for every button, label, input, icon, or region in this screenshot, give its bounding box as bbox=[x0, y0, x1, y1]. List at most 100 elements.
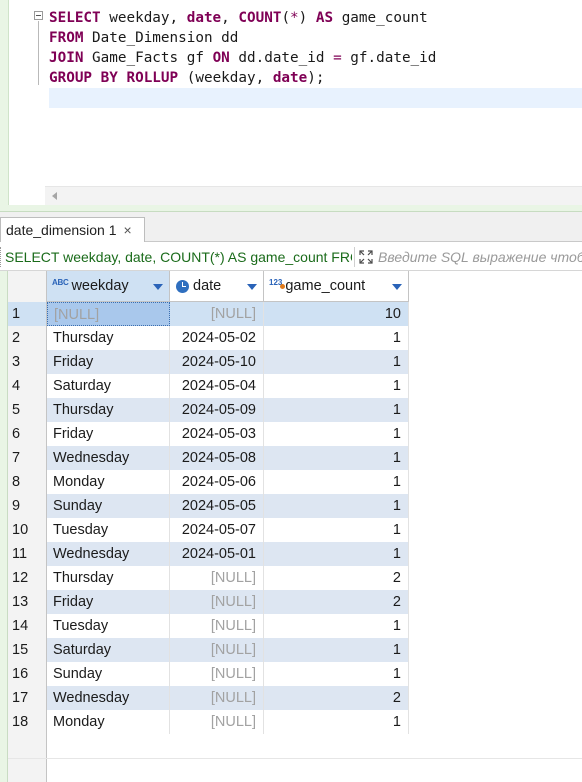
cell-weekday[interactable]: Saturday bbox=[47, 374, 170, 398]
cell-date[interactable]: [NULL] bbox=[170, 590, 264, 614]
row-number[interactable]: 14 bbox=[8, 614, 47, 638]
cell-game-count[interactable]: 1 bbox=[264, 494, 409, 518]
sort-arrow-icon[interactable] bbox=[153, 284, 163, 290]
row-number[interactable]: 4 bbox=[8, 374, 47, 398]
cell-weekday[interactable]: Sunday bbox=[47, 494, 170, 518]
cell-weekday[interactable]: Tuesday bbox=[47, 614, 170, 638]
table-row[interactable]: 7 Wednesday 2024-05-08 1 bbox=[8, 446, 582, 470]
cell-date[interactable]: 2024-05-04 bbox=[170, 374, 264, 398]
row-number[interactable]: 6 bbox=[8, 422, 47, 446]
cell-date[interactable]: 2024-05-09 bbox=[170, 398, 264, 422]
row-number[interactable]: 12 bbox=[8, 566, 47, 590]
cell-date[interactable]: 2024-05-02 bbox=[170, 326, 264, 350]
column-header-weekday[interactable]: ABC weekday bbox=[47, 271, 170, 302]
cell-date[interactable]: [NULL] bbox=[170, 566, 264, 590]
table-row[interactable]: 8 Monday 2024-05-06 1 bbox=[8, 470, 582, 494]
cell-game-count[interactable]: 1 bbox=[264, 446, 409, 470]
cell-game-count[interactable]: 2 bbox=[264, 566, 409, 590]
table-row[interactable]: 9 Sunday 2024-05-05 1 bbox=[8, 494, 582, 518]
table-row[interactable]: 1 [NULL] [NULL] 10 bbox=[8, 302, 582, 326]
cell-weekday[interactable]: Friday bbox=[47, 590, 170, 614]
row-number[interactable]: 3 bbox=[8, 350, 47, 374]
cell-weekday[interactable]: Sunday bbox=[47, 662, 170, 686]
cell-game-count[interactable]: 2 bbox=[264, 590, 409, 614]
cell-date[interactable]: 2024-05-05 bbox=[170, 494, 264, 518]
code-line[interactable]: FROM Date_Dimension dd bbox=[49, 28, 582, 48]
row-number[interactable]: 2 bbox=[8, 326, 47, 350]
row-number[interactable]: 5 bbox=[8, 398, 47, 422]
row-number[interactable]: 15 bbox=[8, 638, 47, 662]
cell-game-count[interactable]: 1 bbox=[264, 710, 409, 734]
table-row[interactable]: 5 Thursday 2024-05-09 1 bbox=[8, 398, 582, 422]
cell-weekday[interactable]: Monday bbox=[47, 470, 170, 494]
tab-date-dimension-1[interactable]: date_dimension 1 × bbox=[0, 217, 145, 242]
cell-date[interactable]: 2024-05-03 bbox=[170, 422, 264, 446]
filter-input[interactable]: Введите SQL выражение чтобы отфильтроват… bbox=[378, 248, 582, 267]
row-number[interactable]: 13 bbox=[8, 590, 47, 614]
table-row[interactable]: 11 Wednesday 2024-05-01 1 bbox=[8, 542, 582, 566]
code-line[interactable]: SELECT weekday, date, COUNT(*) AS game_c… bbox=[49, 8, 582, 28]
cell-date[interactable]: 2024-05-10 bbox=[170, 350, 264, 374]
cell-weekday[interactable]: Thursday bbox=[47, 566, 170, 590]
cell-date[interactable]: [NULL] bbox=[170, 686, 264, 710]
cell-date[interactable]: 2024-05-07 bbox=[170, 518, 264, 542]
table-row[interactable]: 15 Saturday [NULL] 1 bbox=[8, 638, 582, 662]
table-row[interactable]: 16 Sunday [NULL] 1 bbox=[8, 662, 582, 686]
cell-weekday[interactable]: Wednesday bbox=[47, 542, 170, 566]
row-number[interactable]: 1 bbox=[8, 302, 47, 326]
cell-game-count[interactable]: 1 bbox=[264, 326, 409, 350]
table-row[interactable]: 12 Thursday [NULL] 2 bbox=[8, 566, 582, 590]
cell-game-count[interactable]: 1 bbox=[264, 638, 409, 662]
cell-game-count[interactable]: 1 bbox=[264, 398, 409, 422]
cell-weekday[interactable]: Thursday bbox=[47, 398, 170, 422]
code-line[interactable]: GROUP BY ROLLUP (weekday, date); bbox=[49, 68, 582, 88]
table-row[interactable]: 6 Friday 2024-05-03 1 bbox=[8, 422, 582, 446]
table-row[interactable]: 10 Tuesday 2024-05-07 1 bbox=[8, 518, 582, 542]
code-line[interactable]: JOIN Game_Facts gf ON dd.date_id = gf.da… bbox=[49, 48, 582, 68]
row-number[interactable]: 11 bbox=[8, 542, 47, 566]
scroll-left-arrow-icon[interactable] bbox=[52, 192, 57, 200]
table-row[interactable]: 2 Thursday 2024-05-02 1 bbox=[8, 326, 582, 350]
cell-date[interactable]: [NULL] bbox=[170, 638, 264, 662]
cell-weekday[interactable]: Wednesday bbox=[47, 446, 170, 470]
close-icon[interactable]: × bbox=[124, 223, 132, 237]
cell-game-count[interactable]: 1 bbox=[264, 518, 409, 542]
cell-date[interactable]: 2024-05-06 bbox=[170, 470, 264, 494]
cell-weekday[interactable]: Tuesday bbox=[47, 518, 170, 542]
cell-game-count[interactable]: 2 bbox=[264, 686, 409, 710]
cell-game-count[interactable]: 10 bbox=[264, 302, 409, 326]
column-header-date[interactable]: date bbox=[170, 271, 264, 302]
active-query-text[interactable]: SELECT weekday, date, COUNT(*) AS game_c… bbox=[5, 248, 352, 267]
table-row[interactable]: 18 Monday [NULL] 1 bbox=[8, 710, 582, 734]
cell-weekday[interactable]: Saturday bbox=[47, 638, 170, 662]
cell-date[interactable]: [NULL] bbox=[170, 662, 264, 686]
cell-game-count[interactable]: 1 bbox=[264, 470, 409, 494]
cell-weekday[interactable]: Thursday bbox=[47, 326, 170, 350]
fold-collapse-icon[interactable] bbox=[34, 11, 43, 20]
cell-game-count[interactable]: 1 bbox=[264, 422, 409, 446]
table-row[interactable]: 14 Tuesday [NULL] 1 bbox=[8, 614, 582, 638]
cell-game-count[interactable]: 1 bbox=[264, 614, 409, 638]
cell-weekday[interactable]: Wednesday bbox=[47, 686, 170, 710]
cell-date[interactable]: [NULL] bbox=[170, 302, 264, 326]
cell-game-count[interactable]: 1 bbox=[264, 542, 409, 566]
cell-weekday[interactable]: Friday bbox=[47, 422, 170, 446]
sql-code[interactable]: SELECT weekday, date, COUNT(*) AS game_c… bbox=[49, 8, 582, 88]
row-number[interactable]: 8 bbox=[8, 470, 47, 494]
cell-weekday[interactable]: [NULL] bbox=[47, 302, 170, 326]
cell-date[interactable]: [NULL] bbox=[170, 710, 264, 734]
cell-date[interactable]: 2024-05-08 bbox=[170, 446, 264, 470]
row-number[interactable]: 10 bbox=[8, 518, 47, 542]
expand-filter-icon[interactable] bbox=[358, 249, 374, 265]
row-number[interactable]: 7 bbox=[8, 446, 47, 470]
sort-arrow-icon[interactable] bbox=[392, 284, 402, 290]
sql-editor[interactable]: SELECT weekday, date, COUNT(*) AS game_c… bbox=[0, 0, 582, 212]
cell-weekday[interactable]: Friday bbox=[47, 350, 170, 374]
row-number[interactable]: 17 bbox=[8, 686, 47, 710]
sort-arrow-icon[interactable] bbox=[247, 284, 257, 290]
table-row[interactable]: 3 Friday 2024-05-10 1 bbox=[8, 350, 582, 374]
table-row[interactable]: 17 Wednesday [NULL] 2 bbox=[8, 686, 582, 710]
cell-date[interactable]: [NULL] bbox=[170, 614, 264, 638]
row-number[interactable]: 16 bbox=[8, 662, 47, 686]
row-number[interactable]: 18 bbox=[8, 710, 47, 734]
